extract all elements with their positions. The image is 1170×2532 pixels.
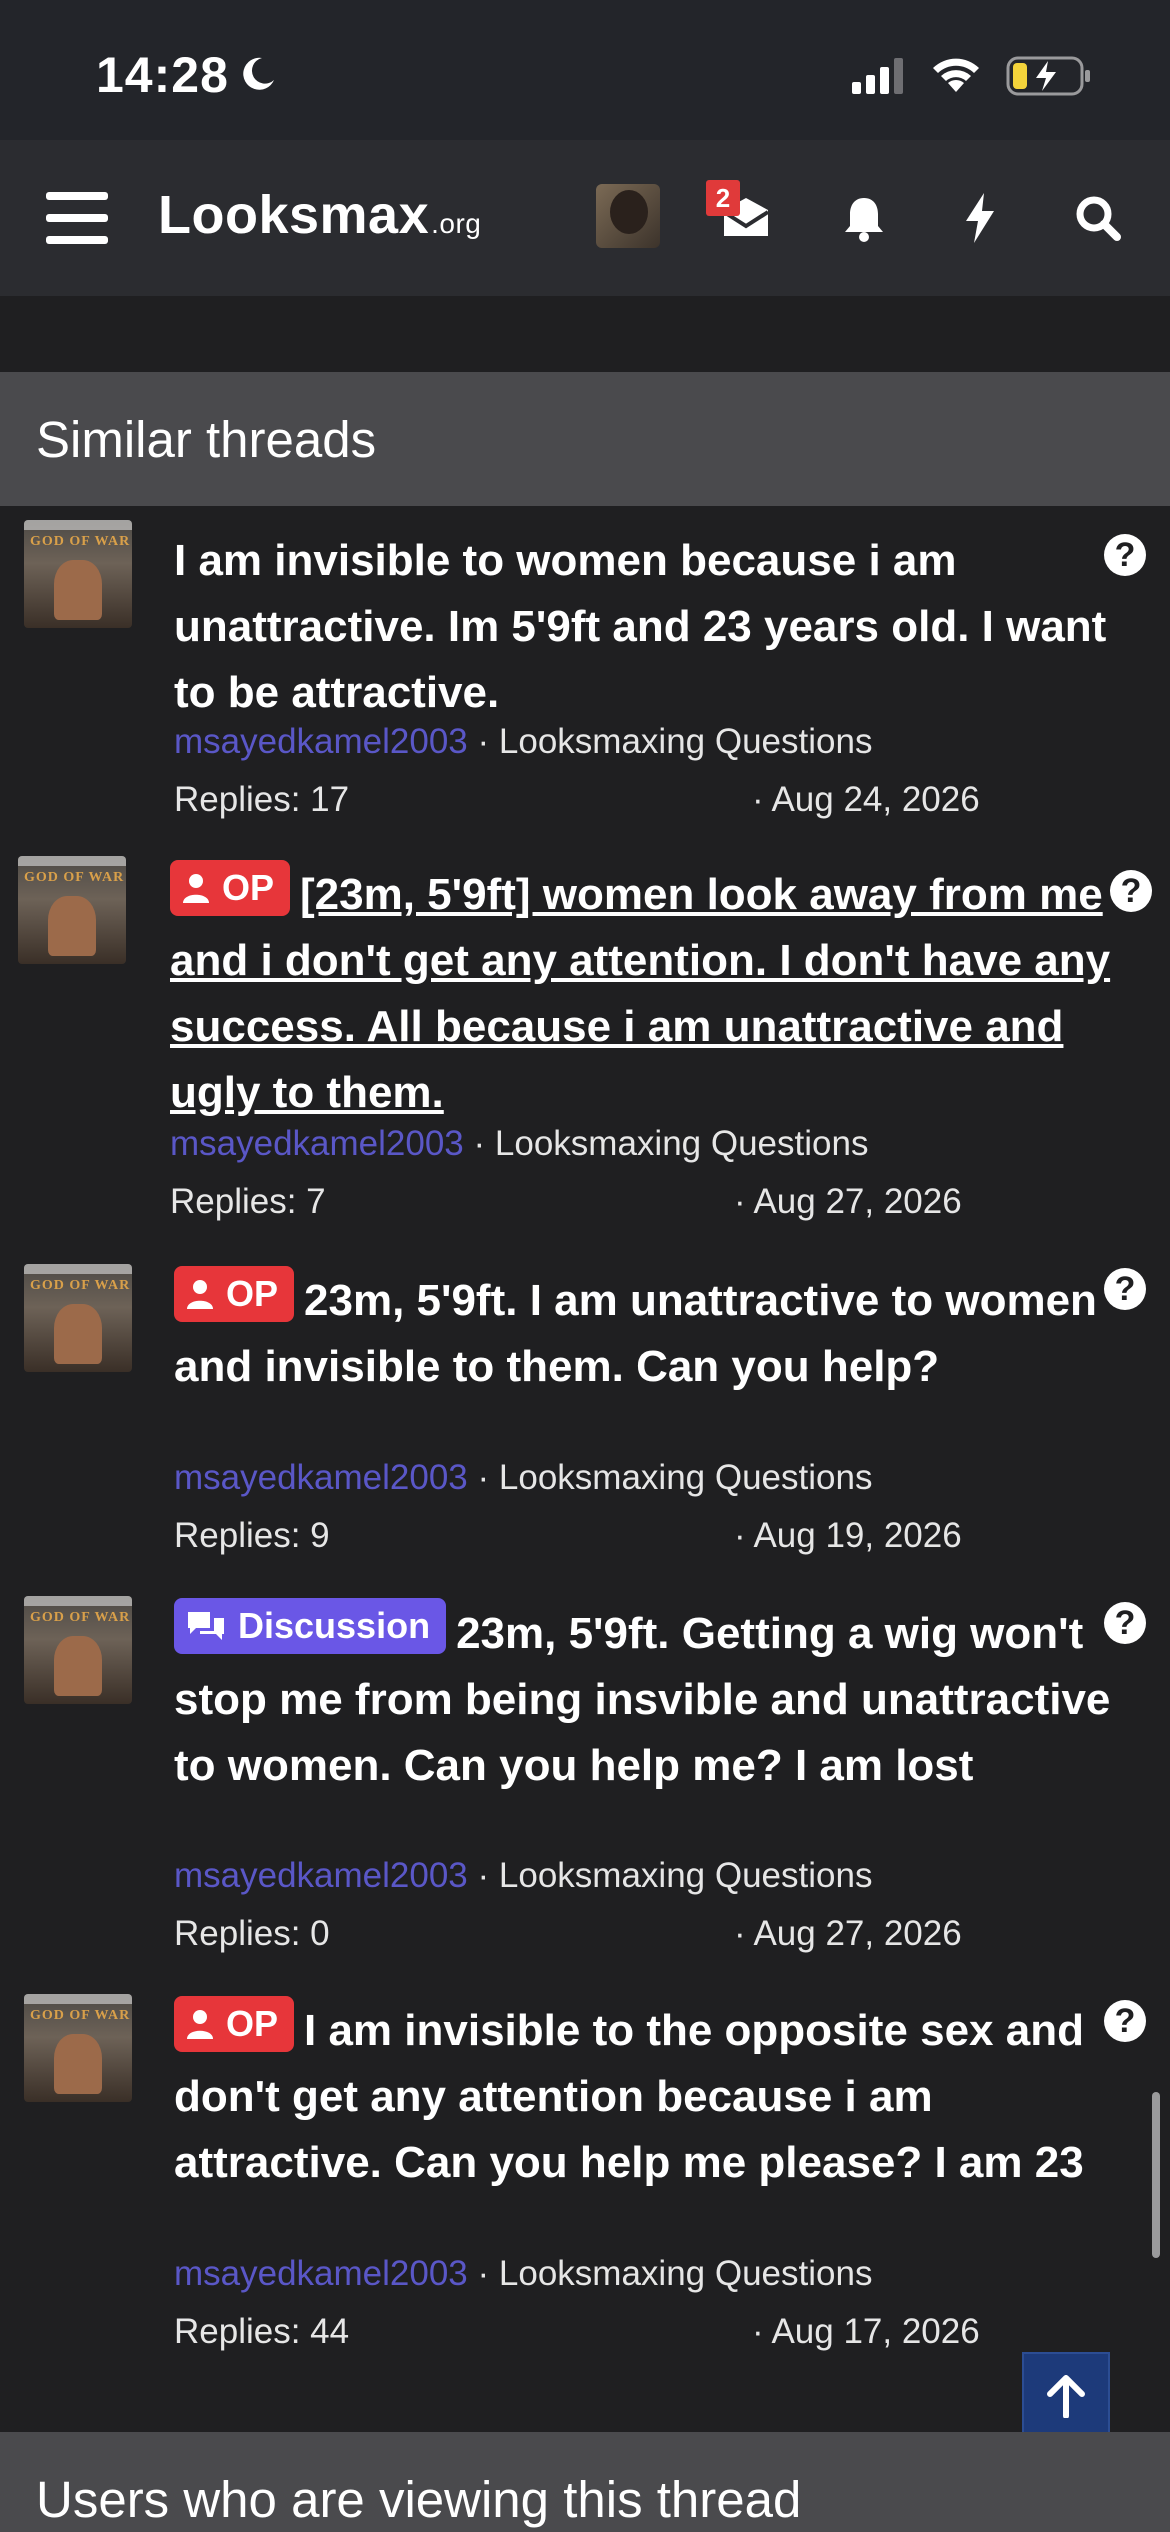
wifi-icon [933, 58, 979, 92]
author-link[interactable]: msayedkamel2003 [170, 1124, 464, 1163]
thread-meta: msayedkamel2003 · Looksmaxing Questions [174, 1856, 873, 1895]
help-icon[interactable]: ? [1104, 1268, 1146, 1310]
thread-thumbnail[interactable]: GOD OF WAR [18, 856, 126, 964]
thread-date: · Aug 27, 2026 [734, 1182, 962, 1221]
thread-date: · Aug 24, 2026 [752, 780, 980, 819]
thread-meta: msayedkamel2003 · Looksmaxing Questions [170, 1124, 869, 1163]
spacer [0, 296, 1170, 372]
search-icon[interactable] [1068, 188, 1128, 248]
scroll-to-top-button[interactable] [1022, 2352, 1110, 2440]
forum-link[interactable]: Looksmaxing Questions [499, 1458, 873, 1497]
reply-count: Replies: 7 [170, 1182, 326, 1221]
thread-meta: msayedkamel2003 · Looksmaxing Questions [174, 722, 873, 761]
thread-date: · Aug 27, 2026 [734, 1914, 962, 1953]
bell-icon[interactable] [834, 188, 894, 248]
thread-thumbnail[interactable]: GOD OF WAR [24, 1264, 132, 1372]
site-logo[interactable]: Looksmax.org [158, 184, 481, 246]
thread-item[interactable]: GOD OF WAR OP 23m, 5'9ft. I am unattracti… [0, 1256, 1170, 1586]
thread-date: · Aug 19, 2026 [734, 1516, 962, 1555]
status-bar: 14:28 [0, 0, 1170, 140]
battery-charging-icon [1006, 56, 1090, 96]
similar-threads-header: Similar threads [0, 372, 1170, 506]
help-icon[interactable]: ? [1104, 2000, 1146, 2042]
thread-title[interactable]: I am invisible to women because i am una… [174, 528, 1114, 726]
user-icon [187, 2010, 213, 2039]
thread-title[interactable]: OP I am invisible to the opposite sex and… [174, 1996, 1114, 2196]
author-link[interactable]: msayedkamel2003 [174, 1856, 468, 1895]
thread-meta: msayedkamel2003 · Looksmaxing Questions [174, 1458, 873, 1497]
forum-link[interactable]: Looksmaxing Questions [499, 722, 873, 761]
section-title: Similar threads [36, 411, 377, 468]
thread-thumbnail[interactable]: GOD OF WAR [24, 520, 132, 628]
scrollbar[interactable] [1152, 2092, 1160, 2258]
arrow-up-icon [1047, 2375, 1085, 2418]
thread-item[interactable]: GOD OF WAR I am invisible to women becau… [0, 512, 1170, 842]
reply-count: Replies: 9 [174, 1516, 330, 1555]
thread-title[interactable]: OP [23m, 5'9ft] women look away from me a… [170, 860, 1130, 1126]
user-icon [187, 1280, 213, 1309]
viewing-users-header: Users who are viewing this thread [0, 2432, 1170, 2532]
help-icon[interactable]: ? [1104, 1602, 1146, 1644]
status-time: 14:28 [96, 47, 229, 103]
author-link[interactable]: msayedkamel2003 [174, 722, 468, 761]
op-label: OP [174, 1996, 295, 2052]
thread-meta: msayedkamel2003 · Looksmaxing Questions [174, 2254, 873, 2293]
bolt-icon[interactable] [950, 188, 1010, 248]
user-avatar[interactable] [596, 184, 660, 248]
reply-count: Replies: 44 [174, 2312, 350, 2351]
forum-link[interactable]: Looksmaxing Questions [499, 1856, 873, 1895]
forum-link[interactable]: Looksmaxing Questions [495, 1124, 869, 1163]
help-icon[interactable]: ? [1110, 870, 1152, 912]
thread-thumbnail[interactable]: GOD OF WAR [24, 1596, 132, 1704]
thread-item[interactable]: GOD OF WAR OP I am invisible to the oppos… [0, 1986, 1170, 2386]
chat-bubbles-icon [188, 1612, 224, 1640]
signal-icon [852, 58, 903, 94]
forum-link[interactable]: Looksmaxing Questions [499, 2254, 873, 2293]
thread-title[interactable]: Discussion 23m, 5'9ft. Getting a wig won'… [174, 1598, 1134, 1799]
thread-date: · Aug 17, 2026 [752, 2312, 980, 2351]
moon-icon [243, 57, 274, 90]
author-link[interactable]: msayedkamel2003 [174, 1458, 468, 1497]
help-icon[interactable]: ? [1104, 534, 1146, 576]
thread-item[interactable]: GOD OF WAR Discussion 23m, 5'9ft. Getting… [0, 1588, 1170, 1984]
thread-thumbnail[interactable]: GOD OF WAR [24, 1994, 132, 2102]
bottom-section-title: Users who are viewing this thread [36, 2471, 802, 2528]
reply-count: Replies: 0 [174, 1914, 330, 1953]
top-navbar: Looksmax.org 2 [0, 140, 1170, 296]
author-link[interactable]: msayedkamel2003 [174, 2254, 468, 2293]
reply-count: Replies: 17 [174, 780, 350, 819]
user-icon [183, 874, 209, 903]
discussion-label: Discussion [174, 1598, 447, 1654]
inbox-badge: 2 [706, 180, 740, 216]
menu-icon[interactable] [46, 192, 108, 244]
op-label: OP [174, 1266, 295, 1322]
thread-title[interactable]: OP 23m, 5'9ft. I am unattractive to women… [174, 1266, 1114, 1400]
thread-item[interactable]: GOD OF WAR OP [23m, 5'9ft] women look awa… [0, 848, 1170, 1248]
op-label: OP [170, 860, 291, 916]
